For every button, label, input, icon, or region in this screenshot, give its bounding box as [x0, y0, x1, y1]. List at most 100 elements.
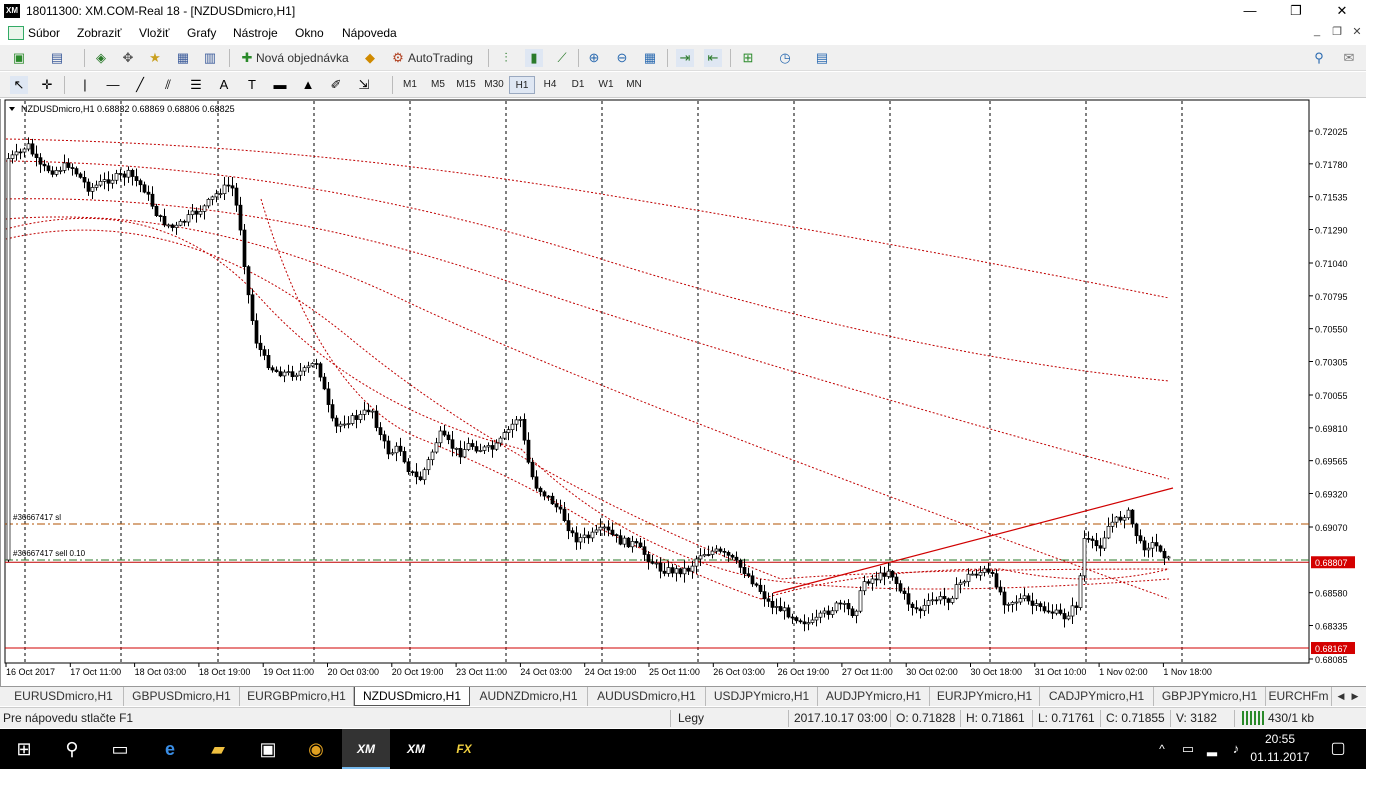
strategy-tester-icon[interactable]: ▥ [201, 49, 219, 67]
new-chart-icon[interactable]: ▣ [10, 49, 28, 67]
tab-audusd[interactable]: AUDUSDmicro,H1 [588, 687, 706, 706]
store-icon[interactable]: ▣ [244, 729, 292, 769]
xm-app-taskbar-icon[interactable]: XM [392, 729, 440, 769]
maximize-button[interactable]: ❐ [1273, 0, 1319, 22]
start-windows-icon[interactable]: ⊞ [0, 729, 48, 769]
indicators-icon[interactable]: ⊞ [739, 49, 757, 67]
candle-body [734, 556, 739, 561]
line-chart-icon[interactable]: ⟋ [553, 49, 571, 67]
timeframe-m5[interactable]: M5 [425, 76, 451, 94]
price-chart[interactable]: 0.72025 0.71780 0.71535 0.71290 0.71040 0.707… [1, 99, 1367, 686]
mdi-restore-button[interactable]: ❐ [1328, 25, 1346, 41]
equidistant-channel-icon[interactable]: ⫽ [159, 76, 177, 94]
tray-battery-icon[interactable]: ▭ [1176, 729, 1200, 769]
templates-icon[interactable]: ▤ [813, 49, 831, 67]
status-bar: Pre nápovedu stlačte F1 Legy 2017.10.17 … [0, 707, 1366, 728]
tab-nzdusd[interactable]: NZDUSDmicro,H1 [354, 687, 470, 706]
tab-eurgbp[interactable]: EURGBPmicro,H1 [240, 687, 354, 706]
shapes-dropdown-icon[interactable]: ⇲ [355, 76, 373, 94]
candlestick-icon[interactable]: ▮ [525, 49, 543, 67]
fibonacci-icon[interactable]: ☰ [187, 76, 205, 94]
menu-tools[interactable]: Nástroje [233, 26, 278, 40]
tabs-scroll-left-icon[interactable]: ◀ [1334, 687, 1348, 706]
time-label: 16 Oct 2017 [6, 667, 55, 677]
taskbar-date[interactable]: 01.11.2017 [1250, 750, 1310, 764]
text-label-icon[interactable]: T [243, 76, 261, 94]
periods-icon[interactable]: ◷ [776, 49, 794, 67]
tab-eurchf[interactable]: EURCHFm [1266, 687, 1332, 706]
bar-chart-icon[interactable]: ⫶ [497, 49, 515, 67]
vertical-line-icon[interactable]: | [76, 76, 94, 94]
timeframe-h4[interactable]: H4 [537, 76, 563, 94]
navigator-icon[interactable]: ★ [146, 49, 164, 67]
zoom-in-icon[interactable]: ⊕ [585, 49, 603, 67]
crosshair-icon[interactable]: ✛ [38, 76, 56, 94]
minimize-button[interactable]: — [1227, 0, 1273, 22]
arrow-icon[interactable]: ✐ [327, 76, 345, 94]
tray-network-icon[interactable]: ▂ [1200, 729, 1224, 769]
menu-charts[interactable]: Grafy [187, 26, 216, 40]
text-icon[interactable]: A [215, 76, 233, 94]
close-button[interactable]: ✕ [1319, 0, 1365, 22]
mdi-close-button[interactable]: ✕ [1348, 25, 1366, 41]
new-order-button[interactable]: Nová objednávka [256, 47, 356, 69]
autotrading-button[interactable]: AutoTrading [408, 47, 483, 69]
profiles-icon[interactable]: ▤ [48, 49, 66, 67]
cursor-icon[interactable]: ↖ [10, 76, 28, 94]
tray-chevron-icon[interactable]: ^ [1150, 729, 1174, 769]
autotrading-icon[interactable]: ⚙ [389, 49, 407, 67]
timeframe-d1[interactable]: D1 [565, 76, 591, 94]
trendline-icon[interactable]: ╱ [131, 76, 149, 94]
new-order-icon[interactable]: ✚ [238, 49, 256, 67]
timeframe-m30[interactable]: M30 [481, 76, 507, 94]
menu-help[interactable]: Nápoveda [342, 26, 397, 40]
candle-body [854, 610, 859, 617]
chart-window-icon[interactable] [8, 26, 24, 40]
timeframe-h1[interactable]: H1 [509, 76, 535, 94]
timeframe-m15[interactable]: M15 [453, 76, 479, 94]
timeframe-mn[interactable]: MN [621, 76, 647, 94]
tab-usdjpy[interactable]: USDJPYmicro,H1 [706, 687, 818, 706]
tabs-scroll-right-icon[interactable]: ▶ [1348, 687, 1362, 706]
chart-shift-icon[interactable]: ⇤ [704, 49, 722, 67]
notifications-icon[interactable]: ▢ [1318, 729, 1358, 769]
market-watch-icon[interactable]: ◈ [92, 49, 110, 67]
edge-browser-icon[interactable]: e [146, 729, 194, 769]
tab-audnzd[interactable]: AUDNZDmicro,H1 [470, 687, 588, 706]
tab-eurjpy[interactable]: EURJPYmicro,H1 [930, 687, 1040, 706]
timeframe-m1[interactable]: M1 [397, 76, 423, 94]
timeframe-w1[interactable]: W1 [593, 76, 619, 94]
taskbar-time[interactable]: 20:55 [1250, 732, 1310, 746]
chart-area[interactable]: 0.72025 0.71780 0.71535 0.71290 0.71040 0.707… [0, 99, 1366, 686]
autoscroll-icon[interactable]: ⇥ [676, 49, 694, 67]
zoom-out-icon[interactable]: ⊖ [613, 49, 631, 67]
fx-app-taskbar-icon[interactable]: FX [440, 729, 488, 769]
tab-cadjpy[interactable]: CADJPYmicro,H1 [1040, 687, 1154, 706]
chrome-icon[interactable]: ◉ [292, 729, 340, 769]
metaeditor-icon[interactable]: ◆ [361, 49, 379, 67]
search-taskbar-icon[interactable]: ⚲ [48, 729, 96, 769]
data-window-icon[interactable]: ✥ [119, 49, 137, 67]
candle-body [350, 415, 355, 424]
chat-icon[interactable]: ✉ [1340, 49, 1358, 67]
terminal-icon[interactable]: ▦ [174, 49, 192, 67]
rectangle-icon[interactable]: ▬ [271, 76, 289, 94]
horizontal-line-icon[interactable]: — [104, 76, 122, 94]
search-icon[interactable]: ⚲ [1310, 49, 1328, 67]
tab-eurusd[interactable]: EURUSDmicro,H1 [4, 687, 124, 706]
menu-view[interactable]: Zobraziť [77, 26, 122, 40]
price-label: 0.68335 [1315, 621, 1348, 631]
tray-volume-icon[interactable]: ♪ [1224, 729, 1248, 769]
file-explorer-icon[interactable]: ▰ [194, 729, 242, 769]
tab-audjpy[interactable]: AUDJPYmicro,H1 [818, 687, 930, 706]
menu-file[interactable]: Súbor [28, 26, 60, 40]
triangle-icon[interactable]: ▲ [299, 76, 317, 94]
tile-windows-icon[interactable]: ▦ [641, 49, 659, 67]
menu-window[interactable]: Okno [295, 26, 324, 40]
mdi-minimize-button[interactable]: _ [1308, 25, 1326, 41]
tab-gbpjpy[interactable]: GBPJPYmicro,H1 [1154, 687, 1266, 706]
xm-terminal-taskbar-icon[interactable]: XM [342, 729, 390, 769]
tab-gbpusd[interactable]: GBPUSDmicro,H1 [124, 687, 240, 706]
task-view-icon[interactable]: ▭ [96, 729, 144, 769]
menu-insert[interactable]: Vložiť [139, 26, 170, 40]
